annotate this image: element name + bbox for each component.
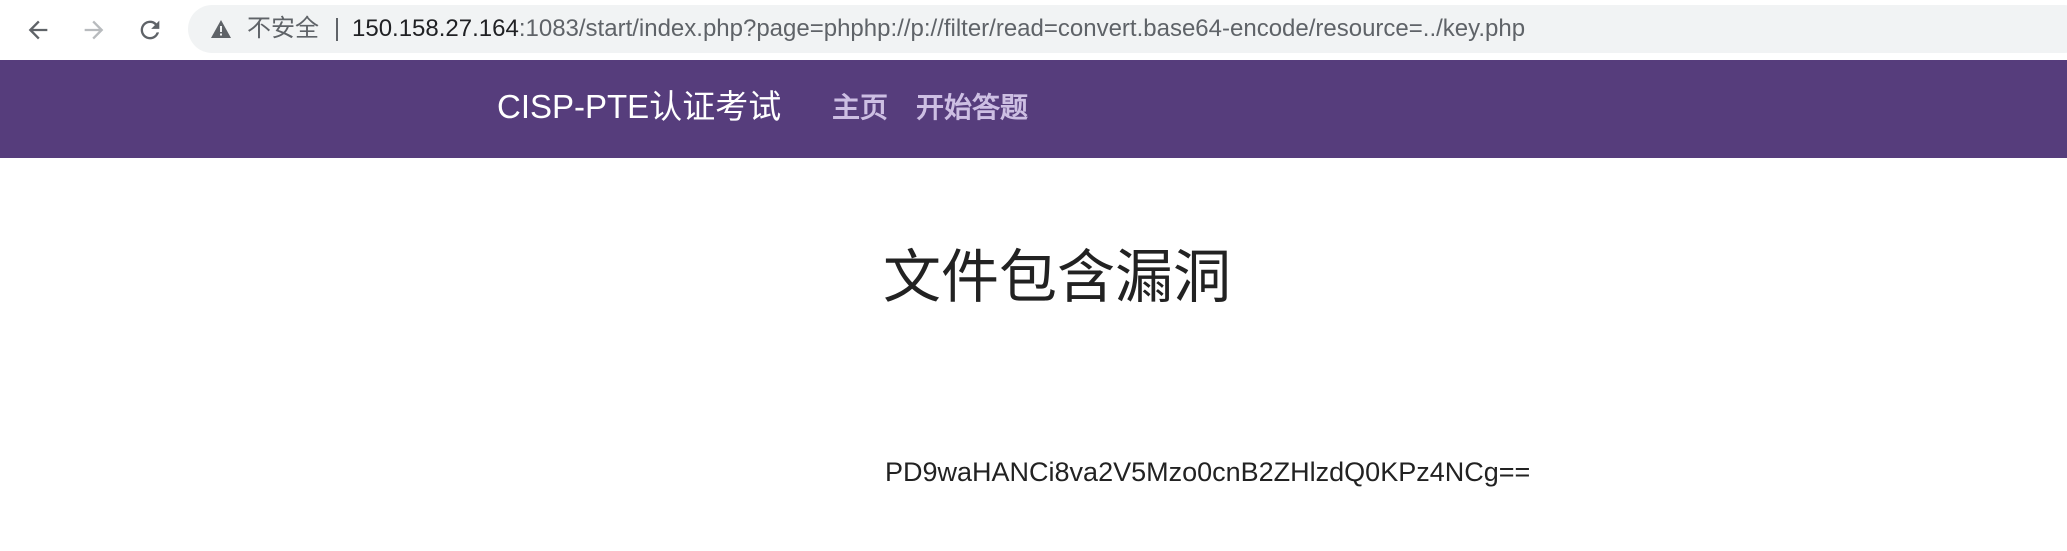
nav-links: 主页 开始答题 [832, 90, 1028, 126]
address-bar[interactable]: 不安全 150.158.27.164:1083/start/index.php?… [188, 5, 2067, 53]
base64-output: PD9waHANCi8va2V5Mzo0cnB2ZHlzdQ0KPz4NCg== [885, 457, 1531, 487]
site-brand[interactable]: CISP-PTE认证考试 [497, 86, 781, 128]
arrow-left-icon [28, 20, 48, 40]
warning-icon[interactable] [210, 19, 232, 39]
browser-toolbar: 不安全 150.158.27.164:1083/start/index.php?… [0, 0, 2067, 60]
url-host: 150.158.27.164 [352, 15, 519, 42]
forward-button[interactable] [72, 8, 116, 52]
nav-link-home[interactable]: 主页 [832, 90, 888, 126]
reload-icon [140, 20, 160, 40]
url-path: :1083/start/index.php?page=phphp://p://f… [518, 15, 1526, 42]
page-title: 文件包含漏洞 [883, 245, 1232, 310]
reload-button[interactable] [128, 8, 172, 52]
arrow-right-icon [84, 20, 104, 40]
back-button[interactable] [16, 8, 60, 52]
not-secure-label[interactable]: 不安全 [247, 14, 319, 44]
site-navbar: CISP-PTE认证考试 主页 开始答题 [0, 60, 2067, 158]
nav-link-start-exam[interactable]: 开始答题 [916, 90, 1028, 126]
address-divider [336, 18, 338, 41]
url-text[interactable]: 150.158.27.164:1083/start/index.php?page… [352, 14, 1525, 44]
